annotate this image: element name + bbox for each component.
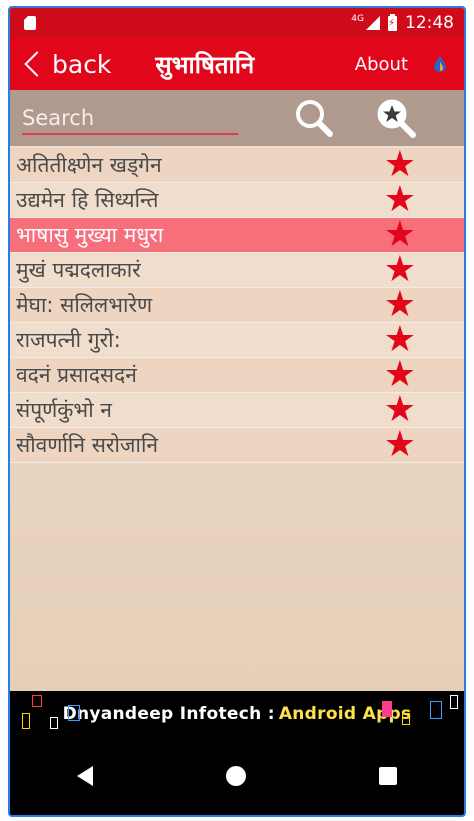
banner-decoration	[382, 701, 392, 717]
subhashit-list: अतितीक्ष्णेन खड्गेन ★ उद्यमेन हि सिध्यन्…	[10, 147, 464, 463]
banner-decoration	[430, 701, 442, 719]
status-bar: 4G 12:48	[10, 8, 464, 38]
clock: 12:48	[405, 13, 454, 33]
network-type: 4G	[351, 14, 364, 24]
list-item[interactable]: राजपत्नी गुरो: ★	[10, 322, 464, 358]
nav-back-icon[interactable]	[76, 766, 93, 786]
page-title: सुभाषितानि	[155, 50, 255, 79]
list-item[interactable]: संपूर्णकुंभो न ★	[10, 392, 464, 428]
app-frame: 4G 12:48 back सुभाषितानि About	[8, 6, 466, 817]
list-item-text: सौवर्णानि सरोजानि	[16, 433, 159, 457]
list-item-text: भाषासु मुख्या मधुरा	[16, 223, 164, 247]
star-icon[interactable]: ★	[384, 287, 416, 323]
star-icon[interactable]: ★	[384, 252, 416, 288]
signal-icon	[366, 16, 380, 30]
banner-decoration	[402, 713, 410, 725]
banner-decoration	[450, 695, 458, 709]
star-icon[interactable]: ★	[384, 182, 416, 218]
list-item[interactable]: मुखं पद्मदलाकारं ★	[10, 252, 464, 288]
star-icon[interactable]: ★	[384, 392, 416, 428]
list-item[interactable]: वदनं प्रसादसदनं ★	[10, 357, 464, 393]
list-item-text: अतितीक्ष्णेन खड्गेन	[16, 153, 162, 177]
list-item-text: मुखं पद्मदलाकारं	[16, 258, 141, 282]
list-item-text: संपूर्णकुंभो न	[16, 398, 112, 422]
list-item[interactable]: अतितीक्ष्णेन खड्गेन ★	[10, 147, 464, 183]
list-item[interactable]: उद्यमेन हि सिध्यन्ति ★	[10, 182, 464, 218]
banner-decoration	[50, 717, 58, 729]
search-icon[interactable]	[292, 96, 336, 140]
search-input[interactable]	[22, 103, 238, 135]
ad-banner[interactable]: Dnyandeep Infotech : Android Apps	[10, 691, 464, 737]
list-item[interactable]: मेघा: सलिलभारेण ★	[10, 287, 464, 323]
search-bar	[10, 90, 464, 146]
list-item[interactable]: सौवर्णानि सरोजानि ★	[10, 427, 464, 463]
banner-decoration	[32, 695, 42, 707]
back-button[interactable]: back	[24, 49, 112, 79]
star-icon[interactable]: ★	[384, 357, 416, 393]
star-icon[interactable]: ★	[384, 217, 416, 253]
back-label: back	[52, 49, 112, 79]
app-bar: back सुभाषितानि About	[10, 38, 464, 90]
drop-icon[interactable]	[434, 56, 446, 72]
favorite-search-icon[interactable]	[374, 96, 418, 140]
star-icon[interactable]: ★	[384, 427, 416, 463]
chevron-left-icon	[24, 51, 50, 77]
star-icon[interactable]: ★	[384, 322, 416, 358]
list-item-text: वदनं प्रसादसदनं	[16, 363, 137, 387]
nav-home-icon[interactable]	[225, 766, 246, 786]
content-area: अतितीक्ष्णेन खड्गेन ★ उद्यमेन हि सिध्यन्…	[10, 90, 464, 691]
banner-company: Dnyandeep Infotech :	[62, 704, 275, 724]
sd-card-icon	[24, 16, 36, 30]
star-icon[interactable]: ★	[384, 147, 416, 183]
list-item-selected[interactable]: भाषासु मुख्या मधुरा ★	[10, 217, 464, 253]
banner-decoration	[22, 713, 30, 729]
nav-recents-icon[interactable]	[379, 767, 398, 785]
list-item-text: उद्यमेन हि सिध्यन्ति	[16, 188, 159, 212]
about-button[interactable]: About	[355, 54, 408, 75]
navigation-bar	[10, 737, 464, 815]
list-item-text: मेघा: सलिलभारेण	[16, 293, 153, 317]
list-item-text: राजपत्नी गुरो:	[16, 328, 121, 352]
battery-icon	[388, 13, 397, 31]
banner-decoration	[68, 705, 80, 721]
